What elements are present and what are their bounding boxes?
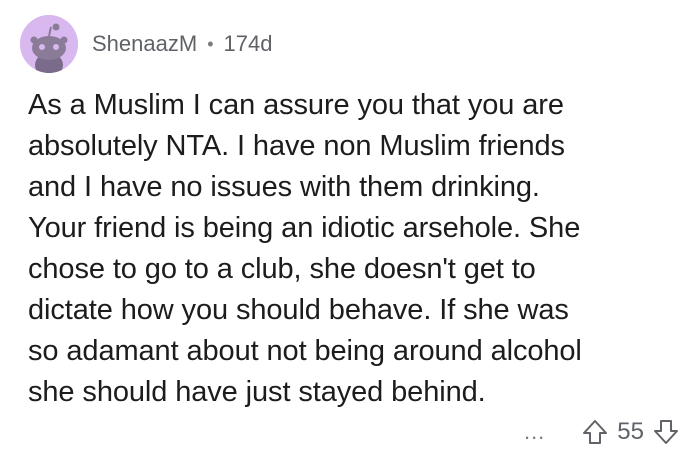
comment: ShenaazM • 174d As a Muslim I can assure… — [0, 0, 700, 460]
comment-body-line: so adamant about not being around alcoho… — [28, 335, 582, 367]
comment-actions: ... 55 — [524, 412, 680, 452]
comment-body-line: she should have just stayed behind. — [28, 376, 486, 408]
comment-header: ShenaazM • 174d — [20, 15, 272, 73]
comment-body: As a Muslim I can assure you that you ar… — [28, 85, 678, 413]
meta-separator: • — [207, 33, 214, 54]
comment-meta: ShenaazM • 174d — [92, 31, 272, 57]
comment-body-line: and I have no issues with them drinking. — [28, 171, 540, 203]
username-link[interactable]: ShenaazM — [92, 31, 197, 57]
down-arrow-icon[interactable] — [652, 418, 680, 446]
vote-score: 55 — [617, 418, 644, 445]
comment-body-line: chose to go to a club, she doesn't get t… — [28, 253, 536, 285]
up-arrow-icon[interactable] — [581, 418, 609, 446]
more-options-button[interactable]: ... — [524, 419, 545, 445]
snoo-avatar-icon — [20, 15, 78, 73]
comment-body-line: absolutely NTA. I have non Muslim friend… — [28, 130, 565, 162]
comment-body-line: As a Muslim I can assure you that you ar… — [28, 89, 564, 121]
comment-body-line: Your friend is being an idiotic arsehole… — [28, 212, 581, 244]
comment-age: 174d — [223, 31, 273, 56]
vote-controls: 55 — [581, 418, 680, 446]
avatar[interactable] — [20, 15, 78, 73]
comment-body-line: dictate how you should behave. If she wa… — [28, 294, 569, 326]
